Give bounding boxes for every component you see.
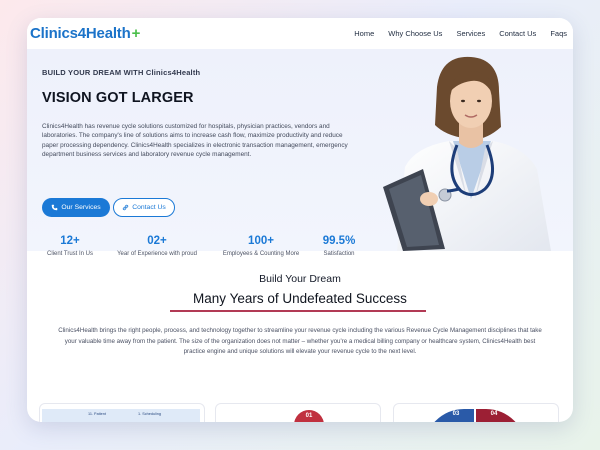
card-1-label-a: 11. Patient: [88, 412, 106, 416]
section-description: Clinics4Health brings the right people, …: [58, 327, 542, 355]
stat-value: 12+: [60, 235, 80, 247]
stat-label: Satisfaction: [323, 251, 355, 257]
card-2-badge: 01: [294, 410, 324, 422]
card-3-segment-b: 04: [476, 409, 526, 422]
logo-text: Clinics4Health: [30, 25, 131, 42]
stat-label: Employees & Counting More: [222, 251, 300, 257]
contact-us-label: Contact Us: [132, 204, 166, 211]
site-logo[interactable]: Clinics4Health+: [30, 25, 140, 42]
card-3-segment-a: 03: [424, 409, 474, 422]
hero-eyebrow: BUILD YOUR DREAM WITH Clinics4Health: [42, 68, 201, 77]
browser-window: Clinics4Health+ Home Why Choose Us Servi…: [27, 18, 573, 422]
stat-employees: 100+ Employees & Counting More: [215, 235, 307, 257]
contact-us-button[interactable]: Contact Us: [113, 198, 175, 217]
service-card-2[interactable]: 01: [215, 403, 381, 422]
nav-why-choose-us[interactable]: Why Choose Us: [388, 29, 442, 38]
service-card-3[interactable]: 03 04: [393, 403, 559, 422]
stat-label: Year of Experience with proud: [117, 251, 197, 257]
nav-home[interactable]: Home: [354, 29, 374, 38]
stat-satisfaction: 99.5% Satisfaction: [317, 235, 361, 257]
service-card-1[interactable]: 11. Patient 1. Scheduling: [39, 403, 205, 422]
stat-clients: 12+ Client Trust In Us: [42, 235, 98, 257]
nav-services[interactable]: Services: [456, 29, 485, 38]
stat-experience: 02+ Year of Experience with proud: [109, 235, 205, 257]
card-1-graphic: 11. Patient 1. Scheduling: [42, 409, 200, 422]
doctor-image: [383, 56, 551, 251]
card-3-label-a: 03: [452, 411, 460, 417]
stat-value: 02+: [147, 235, 167, 247]
hero-description: Clinics4Health has revenue cycle solutio…: [42, 123, 348, 159]
nav-faqs[interactable]: Faqs: [550, 29, 567, 38]
hero-title: VISION GOT LARGER: [42, 90, 194, 106]
section-subtitle: Build Your Dream: [259, 273, 341, 285]
card-3-label-b: 04: [490, 411, 498, 417]
our-services-button[interactable]: Our Services: [42, 198, 110, 217]
title-underline: [170, 310, 426, 312]
section-title: Many Years of Undefeated Success: [193, 291, 407, 306]
card-2-badge-text: 01: [305, 413, 313, 419]
stat-value: 99.5%: [322, 235, 356, 247]
site-header: Clinics4Health+ Home Why Choose Us Servi…: [27, 18, 573, 49]
nav-contact-us[interactable]: Contact Us: [499, 29, 536, 38]
our-services-label: Our Services: [61, 204, 101, 211]
logo-plus: +: [131, 25, 141, 42]
phone-icon: [52, 204, 58, 211]
main-nav: Home Why Choose Us Services Contact Us F…: [354, 18, 567, 49]
stat-label: Client Trust In Us: [46, 251, 93, 257]
stat-value: 100+: [248, 235, 274, 247]
card-1-label-b: 1. Scheduling: [138, 412, 162, 416]
link-icon: [122, 204, 129, 211]
